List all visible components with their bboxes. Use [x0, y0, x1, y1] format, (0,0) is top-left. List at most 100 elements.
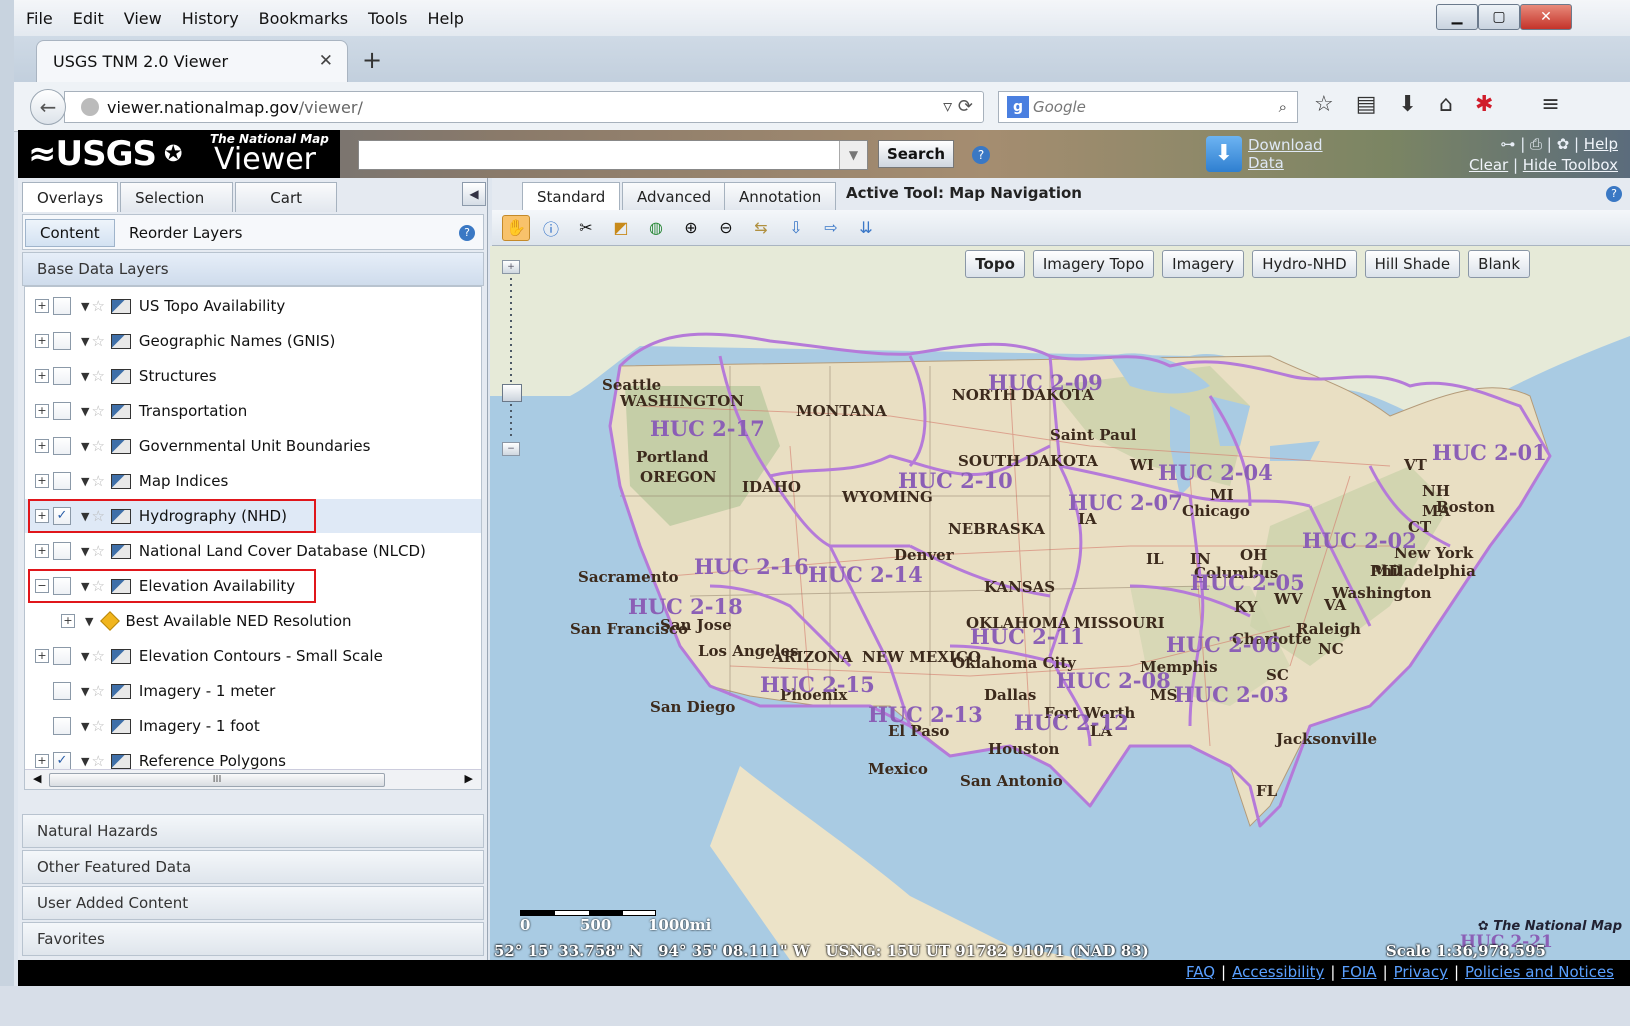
menu-file[interactable]: File: [26, 9, 53, 28]
reload-icon[interactable]: ▿ ⟳: [943, 96, 973, 117]
layer-checkbox[interactable]: [53, 717, 71, 735]
expand-icon[interactable]: +: [35, 369, 49, 383]
dropdown-triangle-icon[interactable]: ▼: [81, 685, 89, 698]
zoom-out-icon[interactable]: ⊖: [712, 215, 740, 241]
dropdown-triangle-icon[interactable]: ▼: [81, 545, 89, 558]
dropdown-triangle-icon[interactable]: ▼: [81, 335, 89, 348]
gear-icon[interactable]: ✿: [1557, 135, 1570, 153]
download-arrow-icon[interactable]: ⬇: [1399, 92, 1417, 117]
layer-checkbox-checked[interactable]: ✓: [53, 752, 71, 770]
previous-extent-icon[interactable]: ⇩: [782, 215, 810, 241]
horizontal-scrollbar[interactable]: ◀ III ▶: [25, 769, 481, 789]
favorite-star-icon[interactable]: ☆: [91, 437, 104, 455]
browser-tab[interactable]: USGS TNM 2.0 Viewer ✕: [36, 40, 348, 82]
tab-overlays[interactable]: Overlays: [22, 182, 119, 212]
favorite-star-icon[interactable]: ☆: [91, 752, 104, 770]
maximize-button[interactable]: ▢: [1478, 4, 1520, 30]
layer-checkbox[interactable]: [53, 682, 71, 700]
dropdown-triangle-icon[interactable]: ▼: [85, 615, 93, 628]
hamburger-menu-icon[interactable]: ≡: [1541, 92, 1559, 117]
favorite-star-icon[interactable]: ☆: [91, 332, 104, 350]
footer-link-policies[interactable]: Policies and Notices: [1465, 963, 1614, 981]
layer-checkbox[interactable]: [53, 472, 71, 490]
layer-checkbox[interactable]: [53, 402, 71, 420]
basemap-topo[interactable]: Topo: [965, 250, 1025, 278]
zoom-thumb[interactable]: [502, 384, 522, 402]
scroll-thumb[interactable]: III: [49, 773, 385, 787]
basemap-blank[interactable]: Blank: [1468, 250, 1530, 278]
favorite-star-icon[interactable]: ☆: [91, 717, 104, 735]
bookmark-star-icon[interactable]: ☆: [1314, 92, 1334, 117]
section-natural-hazards[interactable]: Natural Hazards: [22, 814, 484, 848]
close-window-button[interactable]: ✕: [1520, 4, 1572, 30]
link-icon[interactable]: ⊶: [1500, 135, 1515, 153]
identify-info-icon[interactable]: ⓘ: [537, 215, 565, 241]
footer-link-accessibility[interactable]: Accessibility: [1232, 963, 1324, 981]
favorite-star-icon[interactable]: ☆: [91, 402, 104, 420]
layer-checkbox[interactable]: [53, 297, 71, 315]
dropdown-triangle-icon[interactable]: ▼: [81, 370, 89, 383]
measure-icon[interactable]: ✂: [572, 215, 600, 241]
zoom-in-icon[interactable]: ⊕: [677, 215, 705, 241]
dropdown-triangle-icon[interactable]: ▼: [81, 475, 89, 488]
help-icon[interactable]: ?: [972, 146, 990, 164]
map-view[interactable]: + − Topo Imagery Topo Imagery Hydro-NHD …: [490, 246, 1630, 960]
zoom-slider[interactable]: + −: [502, 260, 522, 456]
expand-icon[interactable]: +: [35, 649, 49, 663]
next-extent-icon[interactable]: ⇨: [817, 215, 845, 241]
footer-link-foia[interactable]: FOIA: [1341, 963, 1376, 981]
dropdown-triangle-icon[interactable]: ▼: [81, 440, 89, 453]
scroll-left-icon[interactable]: ◀: [33, 772, 41, 785]
back-arrow-icon[interactable]: ←: [30, 89, 66, 125]
tab-selection[interactable]: Selection: [120, 182, 234, 212]
dropdown-triangle-icon[interactable]: ▼: [81, 405, 89, 418]
menu-edit[interactable]: Edit: [73, 9, 104, 28]
place-search-input[interactable]: ▼: [358, 140, 868, 170]
basemap-imagery[interactable]: Imagery: [1162, 250, 1245, 278]
full-extent-globe-icon[interactable]: ◍: [642, 215, 670, 241]
new-tab-icon[interactable]: +: [362, 46, 382, 74]
zoom-out-button[interactable]: −: [502, 442, 520, 456]
magnifier-icon[interactable]: ⌕: [1279, 98, 1287, 116]
favorite-star-icon[interactable]: ☆: [91, 542, 104, 560]
favorite-star-icon[interactable]: ☆: [91, 367, 104, 385]
close-tab-icon[interactable]: ✕: [319, 51, 333, 71]
tab-standard[interactable]: Standard: [522, 182, 621, 210]
download-link-line2[interactable]: Data: [1248, 154, 1323, 172]
dropdown-triangle-icon[interactable]: ▼: [81, 650, 89, 663]
zoom-in-button[interactable]: +: [502, 260, 520, 274]
minimize-button[interactable]: ▁: [1436, 4, 1478, 30]
dropdown-triangle-icon[interactable]: ▼: [81, 720, 89, 733]
chevron-down-icon[interactable]: ▼: [839, 141, 867, 169]
expand-icon[interactable]: +: [35, 544, 49, 558]
section-user-added-content[interactable]: User Added Content: [22, 886, 484, 920]
zoom-track[interactable]: [510, 278, 512, 436]
help-icon[interactable]: ?: [459, 225, 475, 241]
download-data[interactable]: ⬇ Download Data: [1206, 136, 1323, 172]
url-bar[interactable]: viewer.nationalmap.gov /viewer/ ▿ ⟳: [64, 91, 984, 123]
spatial-query-icon[interactable]: ⇊: [852, 215, 880, 241]
menu-view[interactable]: View: [124, 9, 162, 28]
help-icon[interactable]: ?: [1606, 186, 1622, 202]
menu-tools[interactable]: Tools: [368, 9, 407, 28]
expand-icon[interactable]: +: [35, 439, 49, 453]
web-search-input[interactable]: g Google ⌕: [998, 91, 1298, 123]
dropdown-triangle-icon[interactable]: ▼: [81, 755, 89, 768]
expand-icon[interactable]: +: [35, 404, 49, 418]
layer-checkbox[interactable]: [53, 332, 71, 350]
addon-icon[interactable]: ✱: [1475, 92, 1493, 117]
tab-annotation[interactable]: Annotation: [724, 182, 837, 210]
footer-link-privacy[interactable]: Privacy: [1394, 963, 1448, 981]
footer-link-faq[interactable]: FAQ: [1186, 963, 1215, 981]
basemap-hydro-nhd[interactable]: Hydro-NHD: [1252, 250, 1357, 278]
section-other-featured-data[interactable]: Other Featured Data: [22, 850, 484, 884]
scroll-right-icon[interactable]: ▶: [465, 772, 473, 785]
layer-checkbox[interactable]: [53, 367, 71, 385]
tab-cart[interactable]: Cart: [235, 182, 337, 212]
home-icon[interactable]: ⌂: [1439, 92, 1453, 117]
search-button[interactable]: Search: [878, 140, 954, 168]
favorite-star-icon[interactable]: ☆: [91, 647, 104, 665]
collapse-panel-icon[interactable]: ◀: [462, 182, 486, 206]
menu-bookmarks[interactable]: Bookmarks: [259, 9, 348, 28]
print-icon[interactable]: ⎙: [1530, 135, 1542, 153]
